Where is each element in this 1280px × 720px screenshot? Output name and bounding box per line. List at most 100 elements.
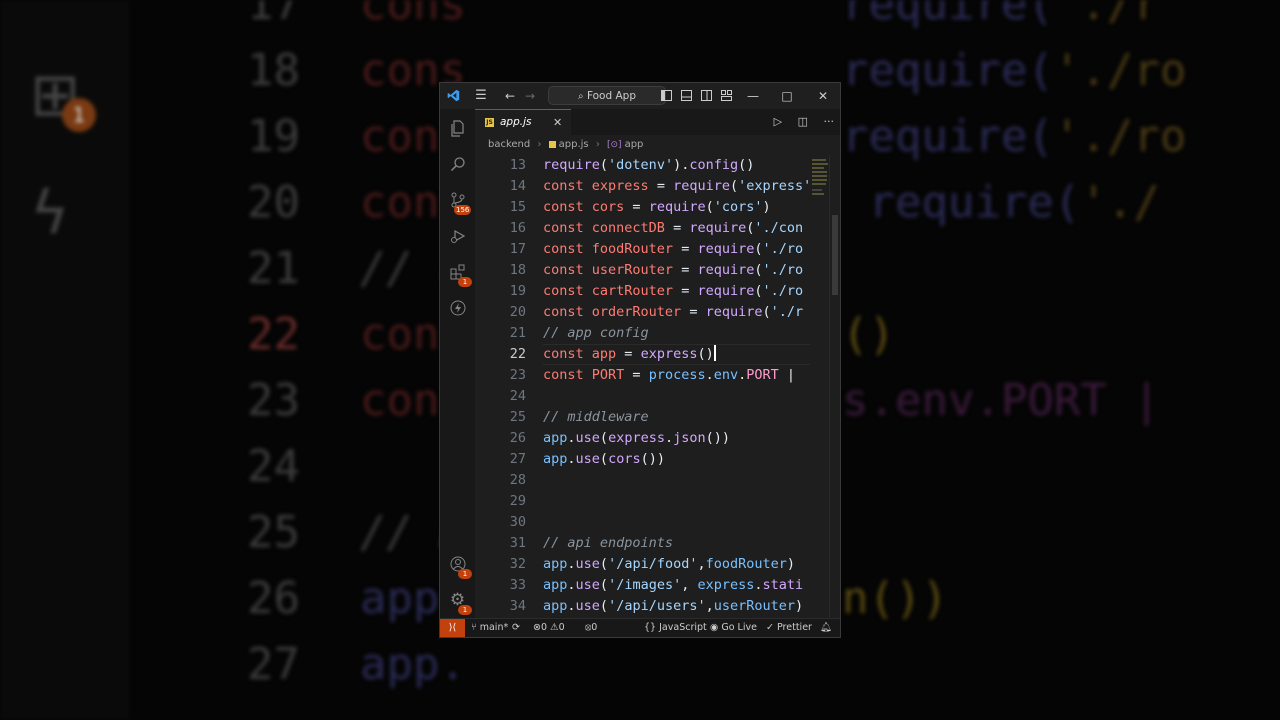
breadcrumb: backend › app.js › [⊙] app [475,135,840,155]
toggle-secondary-sidebar-icon[interactable] [698,83,714,109]
ports-status[interactable]: ⦻0 [585,619,597,636]
background-line: 26 app. [247,573,466,624]
code-editor[interactable]: 13 require('dotenv').config() 14 const expr… [475,155,810,621]
tab-app-js[interactable]: JS app.js ✕ [475,109,571,135]
customize-layout-icon[interactable] [718,83,734,109]
background-line-right [842,434,1186,500]
more-actions-icon[interactable]: ··· [824,115,835,128]
code-line-18[interactable]: 18 const userRouter = require('./ro [475,260,810,281]
branch-status[interactable]: ⑂ main* [471,619,508,636]
breadcrumb-file[interactable]: app.js [559,139,589,150]
line-number: 15 [509,199,526,215]
menu-hamburger-icon[interactable]: ☰ [472,83,490,109]
line-code: // api endpoints [543,535,674,551]
minimap[interactable] [810,155,830,621]
go-live-button[interactable]: ◉ Go Live [710,619,757,636]
background-line: 19 cons [247,111,466,162]
code-line-25[interactable]: 25 // middleware [475,407,810,428]
maximize-button[interactable]: □ [778,83,796,109]
line-number: 13 [509,157,526,173]
line-code: require('dotenv').config() [543,157,755,173]
search-label: Food App [586,90,636,102]
explorer-icon[interactable] [440,113,475,143]
tab-close-icon[interactable]: ✕ [553,110,562,135]
code-line-13[interactable]: 13 require('dotenv').config() [475,155,810,176]
code-line-34[interactable]: 34 app.use('/api/users',userRouter) [475,596,810,617]
line-code: const cartRouter = require('./ro [543,283,804,299]
background-line: 27 app. [247,639,466,690]
line-code: app.use('/api/users',userRouter) [543,598,804,614]
remote-indicator-icon[interactable]: ⟩⟨ [440,619,465,637]
background-line-right: require('./ro [842,45,1187,96]
language-label: JavaScript [659,622,707,633]
line-number: 19 [509,283,526,299]
line-code: // app config [543,325,649,341]
lightning-icon[interactable] [440,293,475,323]
close-window-button[interactable]: ✕ [814,83,832,109]
code-line-20[interactable]: 20 const orderRouter = require('./r [475,302,810,323]
prettier-status[interactable]: ✓ Prettier [766,619,812,636]
line-code: const app = express() [543,345,716,362]
editor-tabs: JS app.js ✕ ▷ ◫ ··· [475,109,840,135]
run-debug-icon[interactable] [440,221,475,251]
settings-gear-icon[interactable]: ⚙ 1 [440,585,475,615]
split-editor-icon[interactable]: ◫ [798,115,808,128]
line-code: const connectDB = require('./con [543,220,804,236]
vertical-scrollbar[interactable] [829,155,840,621]
code-line-23[interactable]: 23 const PORT = process.env.PORT | [475,365,810,386]
code-line-27[interactable]: 27 app.use(cors()) [475,449,810,470]
code-line-17[interactable]: 17 const foodRouter = require('./ro [475,239,810,260]
toggle-panel-icon[interactable] [678,83,694,109]
background-line-right [842,500,1186,566]
accounts-icon[interactable]: 1 [440,549,475,579]
code-line-21[interactable]: 21 // app config [475,323,810,344]
background-code-right: require('./r require('./ro require('./ro r… [842,0,1186,698]
code-line-14[interactable]: 14 const express = require('express' [475,176,810,197]
code-line-16[interactable]: 16 const connectDB = require('./con [475,218,810,239]
extensions-icon[interactable]: 1 [440,257,475,287]
line-number: 25 [509,409,526,425]
background-line-right: require('./ro [842,111,1187,162]
source-control-icon[interactable]: 156 [440,185,475,215]
problems-status[interactable]: ⊗0 ⚠0 [533,619,565,636]
notifications-bell-icon[interactable]: 🔔︎ [820,619,832,636]
code-line-15[interactable]: 15 const cors = require('cors') [475,197,810,218]
vscode-logo-icon [444,83,462,109]
command-center-search[interactable]: ⌕ Food App [548,86,666,105]
line-code: const foodRouter = require('./ro [543,241,804,257]
code-line-30[interactable]: 30 [475,512,810,533]
code-line-32[interactable]: 32 app.use('/api/food',foodRouter) [475,554,810,575]
toggle-primary-sidebar-icon[interactable] [658,83,674,109]
javascript-file-icon: JS [485,118,494,127]
prettier-label: Prettier [777,622,812,633]
search-icon: ⌕ [578,91,584,102]
language-mode[interactable]: {} JavaScript [644,619,707,636]
code-line-29[interactable]: 29 [475,491,810,512]
line-number: 33 [509,577,526,593]
braces-icon: {} [644,622,657,633]
breadcrumb-folder[interactable]: backend [488,139,530,150]
back-icon[interactable]: ← [502,83,518,109]
chevron-right-icon: › [595,139,600,150]
code-line-24[interactable]: 24 [475,386,810,407]
line-number: 27 [509,451,526,467]
line-code: app.use('/api/food',foodRouter) [543,556,796,572]
code-line-26[interactable]: 26 app.use(express.json()) [475,428,810,449]
line-number: 32 [509,556,526,572]
activity-bar: 156 1 1 ⚙ 1 [440,109,475,621]
code-line-22[interactable]: 22 const app = express() [475,344,810,365]
search-sidebar-icon[interactable] [440,149,475,179]
minimize-button[interactable]: — [744,83,762,109]
code-line-31[interactable]: 31 // api endpoints [475,533,810,554]
line-number: 21 [509,325,526,341]
status-bar: ⟩⟨ ⑂ main* ⟳ ⊗0 ⚠0 ⦻0 {} JavaScript ◉ Go… [440,618,840,637]
code-line-33[interactable]: 33 app.use('/images', express.stati [475,575,810,596]
run-file-icon[interactable]: ▷ [774,115,782,128]
background-code-left: 17 cons 18 cons 19 cons 20 cons 21// a 22 cons 23 co… [210,0,466,698]
forward-icon[interactable]: → [522,83,538,109]
scrollbar-thumb[interactable] [832,215,838,295]
sync-icon[interactable]: ⟳ [512,619,520,636]
breadcrumb-symbol[interactable]: app [625,139,644,150]
code-line-19[interactable]: 19 const cartRouter = require('./ro [475,281,810,302]
code-line-28[interactable]: 28 [475,470,810,491]
